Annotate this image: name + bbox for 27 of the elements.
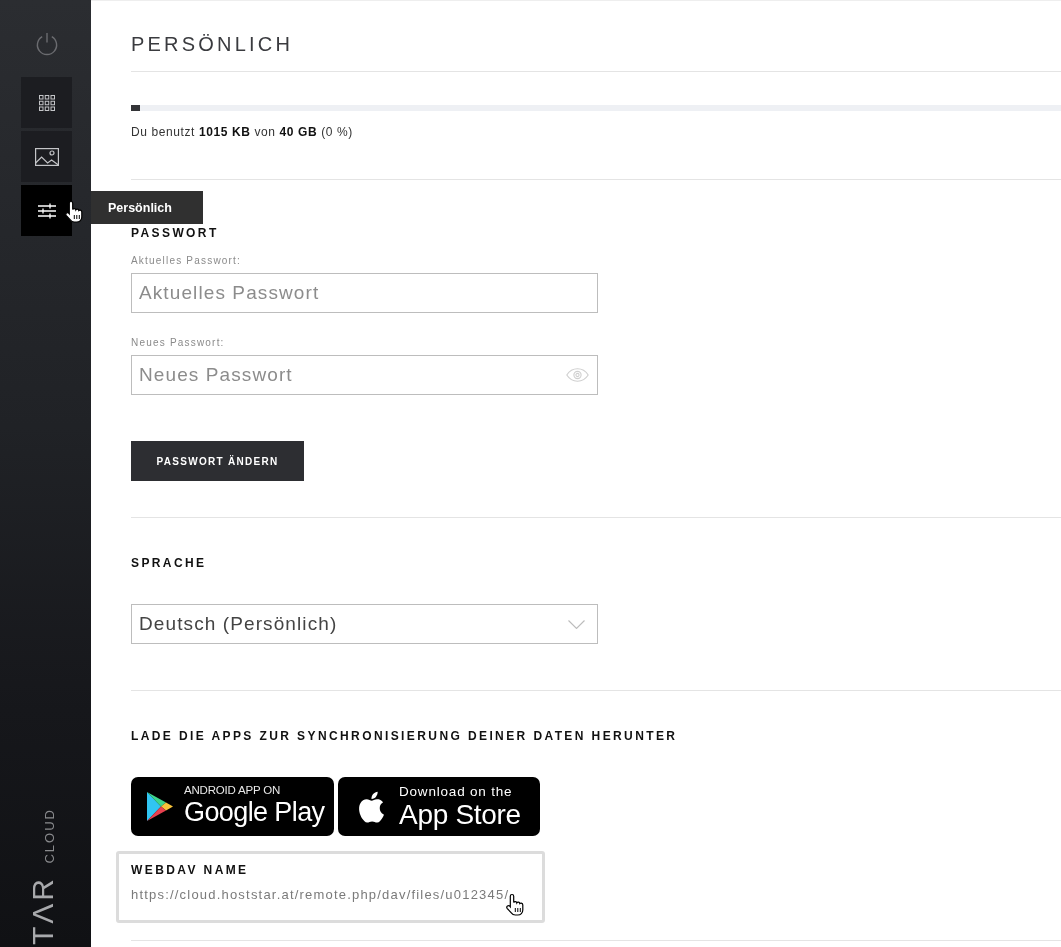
image-icon <box>34 147 59 166</box>
grid-icon <box>38 94 55 111</box>
power-icon[interactable] <box>35 32 59 56</box>
section-heading: LADE DIE APPS ZUR SYNCHRONISIERUNG DEINER DATEN HERUNTER <box>131 728 678 744</box>
brand-subtitle: CLOUD <box>42 808 57 864</box>
sidebar-nav-button[interactable] <box>21 131 72 182</box>
password-field[interactable]: Neues Passwort <box>131 355 598 395</box>
password-field[interactable]: Aktuelles Passwort <box>131 273 598 313</box>
change-password-button[interactable]: PASSWORT ÄNDERN <box>131 441 304 481</box>
sliders-icon <box>37 202 56 219</box>
sidebar-nav-button[interactable] <box>21 77 72 128</box>
language-select[interactable]: Deutsch (Persönlich) <box>131 604 598 644</box>
brand-logo: TΛR <box>27 875 58 945</box>
section-heading: PASSWORT <box>131 225 219 241</box>
section-heading: WEBDAV NAME <box>131 862 249 878</box>
sidebar-nav-button[interactable] <box>21 185 72 236</box>
app-store-badge[interactable]: Download on the App Store <box>338 777 540 836</box>
storage-usage-text: Du benutzt 1015 KB von 40 GB (0 %) <box>131 124 353 140</box>
field-label: Neues Passwort: <box>131 337 225 349</box>
section-heading: SPRACHE <box>131 555 207 571</box>
webdav-url-link[interactable]: https://cloud.hoststar.at/remote.php/dav/files/u012345/ <box>131 887 510 903</box>
tooltip: Persönlich <box>91 191 203 224</box>
chevron-down-icon <box>568 619 585 629</box>
play-triangle-icon <box>146 791 174 822</box>
page-title: PERSÖNLICH <box>131 33 294 55</box>
google-play-badge[interactable]: ANDROID APP ON Google Play <box>131 777 334 836</box>
field-label: Aktuelles Passwort: <box>131 255 242 267</box>
